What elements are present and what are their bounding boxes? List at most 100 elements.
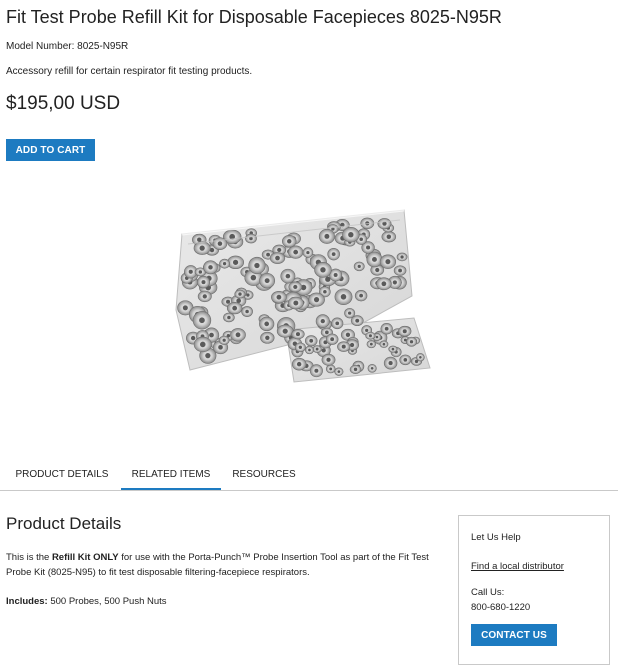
probe-washer-hole <box>348 311 352 315</box>
probe-washer-hole <box>308 348 311 352</box>
probe-washer-hole <box>202 294 207 299</box>
probe-washer-hole <box>314 368 319 373</box>
probe-washer-hole <box>375 335 379 339</box>
probe-washer-hole <box>331 252 336 257</box>
probe-washer-hole <box>398 268 402 273</box>
model-number: Model Number: 8025-N95R <box>6 41 129 52</box>
includes-line: Includes: 500 Probes, 500 Push Nuts <box>6 596 167 607</box>
contact-us-button[interactable]: CONTACT US <box>471 624 557 646</box>
product-price: $195,00 USD <box>6 93 121 114</box>
probe-washer-hole <box>329 367 333 371</box>
probe-washer-hole <box>335 321 340 326</box>
probe-washer-hole <box>205 353 211 359</box>
probe-washer-hole <box>381 281 387 287</box>
probe-washer-hole <box>306 250 310 255</box>
probe-washer-hole <box>400 255 404 259</box>
probe-washer-hole <box>198 270 203 274</box>
probe-washer-hole <box>264 278 270 284</box>
probe-washer-hole <box>366 245 371 250</box>
probe-washer-hole <box>388 361 393 366</box>
probe-washer-hole <box>197 237 202 242</box>
tab-resources[interactable]: RESOURCES <box>224 460 304 489</box>
probe-washer-hole <box>275 255 280 261</box>
probe-washer-hole <box>276 294 282 300</box>
probe-washer-hole <box>409 340 414 344</box>
probe-washer-hole <box>324 233 330 239</box>
probe-washer-hole <box>254 262 260 269</box>
probe-washer-hole <box>337 370 341 374</box>
probe-washer-hole <box>199 317 205 324</box>
details-bold: Refill Kit ONLY <box>51 552 119 563</box>
probe-washer-hole <box>341 344 346 349</box>
probe-washer-hole <box>357 264 361 269</box>
probe-washer-hole <box>359 237 363 242</box>
details-prefix: This is the <box>6 552 52 563</box>
probe-washer-hole <box>277 247 282 253</box>
probe-washer-hole <box>359 293 364 298</box>
probe-washer-hole <box>320 267 326 273</box>
probe-washer-hole <box>365 328 369 332</box>
tab-related-items[interactable]: RELATED ITEMS <box>121 460 221 490</box>
probe-washer-hole <box>208 265 213 270</box>
call-us-label: Call Us: <box>471 587 505 598</box>
probe-washer-hole <box>330 337 335 342</box>
probe-washer-hole <box>419 356 422 359</box>
probe-washer-hole <box>199 341 206 348</box>
probe-washer-hole <box>298 345 302 349</box>
includes-label: Includes: <box>6 596 48 607</box>
probe-washer-hole <box>369 342 373 346</box>
probe-washer-hole <box>386 234 392 239</box>
probe-washer-hole <box>340 294 347 300</box>
probe-washer-hole <box>309 338 314 343</box>
probe-washer-hole <box>325 330 329 335</box>
probe-washer-hole <box>315 347 319 351</box>
probe-washer-hole <box>321 348 326 353</box>
probe-washer-hole <box>287 239 292 244</box>
probe-washer-hole <box>348 232 354 238</box>
probe-washer-hole <box>333 273 338 277</box>
probe-washer-hole <box>326 357 331 362</box>
probe-washer-hole <box>264 321 270 327</box>
probe-washer-hole <box>235 332 241 338</box>
probe-washer-hole <box>218 344 223 350</box>
probe-washer-hole <box>222 262 227 266</box>
probe-washer-hole <box>391 347 395 351</box>
probe-washer-hole <box>265 335 270 340</box>
section-heading: Product Details <box>6 514 122 533</box>
probe-washer-hole <box>188 269 193 274</box>
probe-washer-hole <box>201 280 206 285</box>
product-title: Fit Test Probe Refill Kit for Disposable… <box>6 7 502 27</box>
find-distributor-link[interactable]: Find a local distributor <box>471 561 564 572</box>
probe-washer-hole <box>345 332 351 337</box>
probe-washer-hole <box>282 328 288 334</box>
probe-washer-hole <box>313 297 320 303</box>
probe-washer-hole <box>403 358 408 362</box>
probe-washer-hole <box>293 249 299 255</box>
tab-product-details[interactable]: PRODUCT DETAILS <box>6 460 118 489</box>
probe-washer-hole <box>402 329 407 334</box>
probe-washer-hole <box>372 256 377 262</box>
probe-washer-hole <box>250 274 257 281</box>
probe-washer-hole <box>382 342 386 346</box>
product-image <box>175 208 431 383</box>
probe-washer-hole <box>227 315 231 320</box>
probe-washer-hole <box>232 305 238 311</box>
probe-washer-hole <box>293 300 299 306</box>
probe-washer-hole <box>320 318 325 324</box>
phone-number: 800-680-1220 <box>471 602 531 613</box>
probe-washer-hole <box>375 267 380 273</box>
probe-washer-hole <box>182 305 188 311</box>
probe-washer-hole <box>392 280 397 285</box>
probe-washer-hole <box>226 299 231 304</box>
probe-washer-hole <box>368 334 372 338</box>
probe-washer-hole <box>217 241 223 246</box>
probe-washer-hole <box>209 332 214 338</box>
probe-washer-hole <box>199 245 205 251</box>
probe-washer-hole <box>293 284 298 290</box>
probe-washer-hole <box>245 309 249 314</box>
probe-washer-hole <box>285 273 291 279</box>
probe-washer-hole <box>323 289 327 294</box>
probe-washer-hole <box>370 366 374 370</box>
probe-washer-hole <box>190 335 196 341</box>
add-to-cart-button[interactable]: ADD TO CART <box>6 139 95 161</box>
